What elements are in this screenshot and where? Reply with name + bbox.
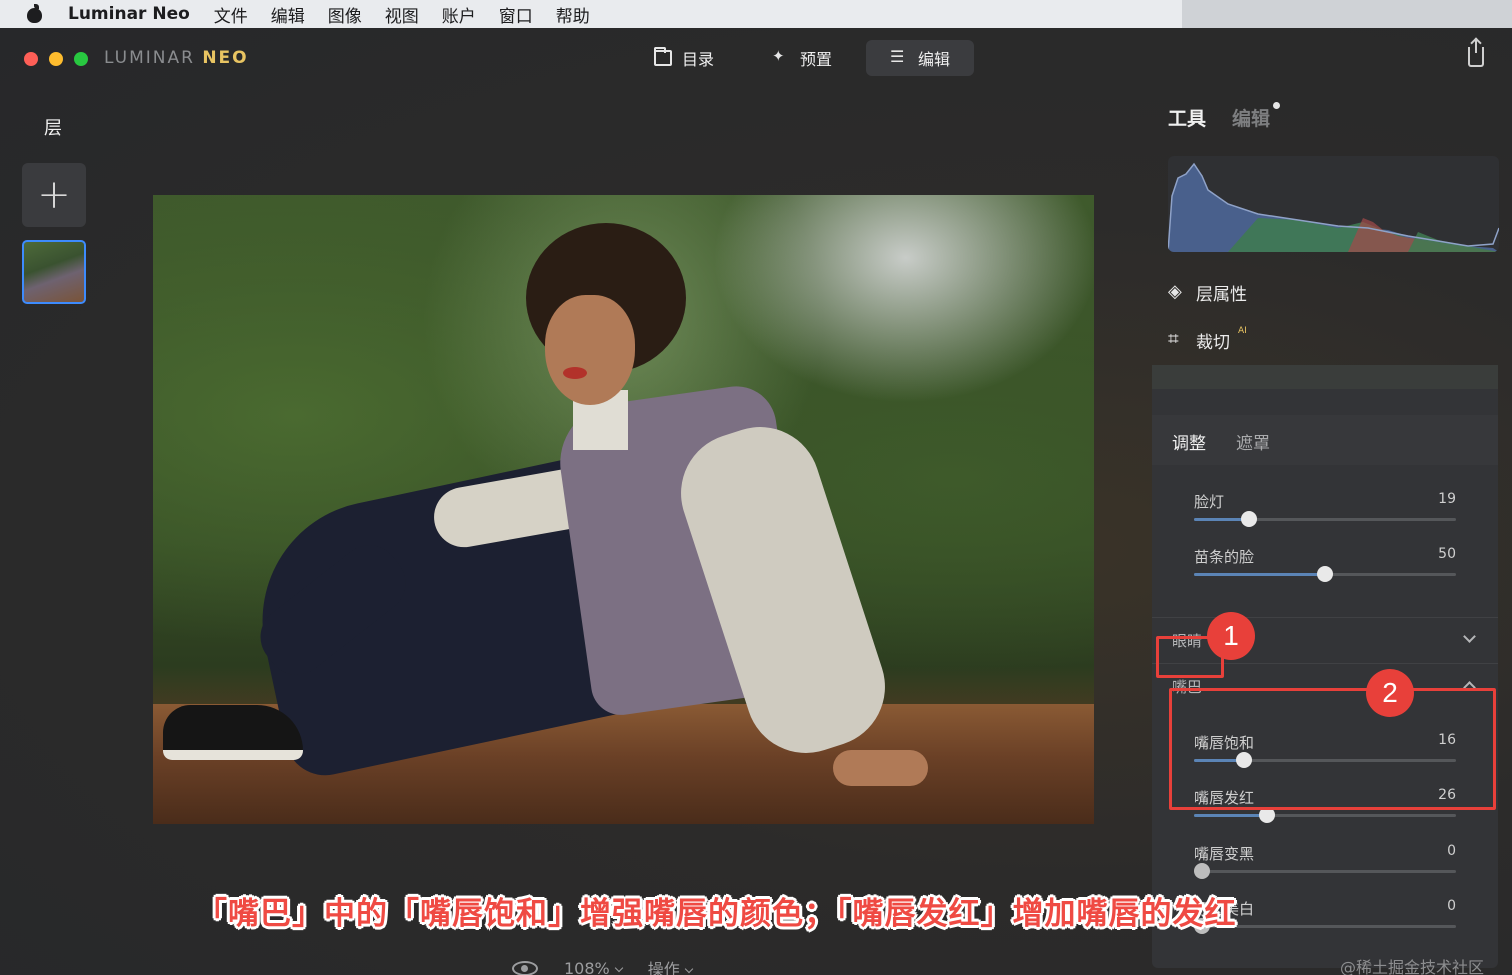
- tab-catalog-label: 目录: [682, 50, 715, 69]
- crop-tool[interactable]: 裁切 AI: [1168, 326, 1247, 353]
- slider-fill: [1194, 573, 1325, 576]
- tab-catalog[interactable]: 目录: [630, 40, 738, 76]
- tab-edits[interactable]: 编辑: [1232, 102, 1281, 131]
- zoom-value: 108%: [564, 958, 610, 975]
- photo-face: [545, 295, 635, 405]
- title-bar: LUMINAR NEO 目录 预置 编辑: [0, 28, 1512, 88]
- menu-app-name[interactable]: Luminar Neo: [68, 4, 190, 24]
- actions-label: 操作: [647, 960, 680, 975]
- layers-icon: [1168, 281, 1188, 303]
- menu-help[interactable]: 帮助: [556, 2, 590, 27]
- chevron-down-icon: [684, 964, 694, 974]
- ai-badge: AI: [1238, 326, 1247, 336]
- bottom-toolbar: 108% 操作: [512, 956, 694, 975]
- zoom-dropdown[interactable]: 108%: [564, 958, 623, 975]
- histogram-graph: [1168, 162, 1499, 252]
- photo-lips: [563, 367, 587, 379]
- actions-dropdown[interactable]: 操作: [647, 956, 694, 975]
- crop-icon: [1168, 328, 1188, 351]
- watermark: @稀土掘金技术社区: [1339, 958, 1484, 975]
- add-layer-button[interactable]: +: [22, 163, 86, 227]
- menu-file[interactable]: 文件: [214, 2, 248, 27]
- plus-icon: +: [37, 172, 71, 218]
- menu-edit[interactable]: 编辑: [271, 2, 305, 27]
- slider-fill: [1194, 814, 1268, 817]
- menu-bar: Luminar Neo 文件 编辑 图像 视图 账户 窗口 帮助: [0, 0, 1512, 28]
- crop-label: 裁切: [1196, 333, 1230, 353]
- menu-account[interactable]: 账户: [442, 2, 476, 27]
- slider-value: 0: [1447, 898, 1456, 914]
- histogram: [1168, 156, 1499, 252]
- slider-track[interactable]: [1194, 870, 1456, 873]
- app-window: LUMINAR NEO 目录 预置 编辑 层 +: [0, 28, 1512, 975]
- chevron-down-icon: [614, 963, 623, 972]
- annotation-caption: 「嘴巴」中的「嘴唇饱和」增强嘴唇的颜色；「嘴唇发红」增加嘴唇的发红: [196, 896, 1237, 932]
- annotation-badge-1: 1: [1207, 612, 1255, 660]
- app-logo: LUMINAR NEO: [104, 48, 249, 68]
- layer-thumbnail[interactable]: [22, 240, 86, 304]
- magic-wand-icon: [772, 47, 790, 66]
- close-window-button[interactable]: [24, 52, 38, 66]
- annotation-badge-2: 2: [1366, 669, 1414, 717]
- sliders-icon: [890, 47, 908, 66]
- panel-tabs: 工具 编辑: [1168, 102, 1281, 131]
- slider-label: 苗条的脸: [1194, 548, 1255, 566]
- photo-canvas[interactable]: [153, 195, 1094, 824]
- layers-title: 层: [44, 118, 62, 139]
- tab-adjust[interactable]: 调整: [1172, 429, 1206, 454]
- apple-icon[interactable]: [24, 4, 48, 24]
- slim-face-slider[interactable]: 苗条的脸 50: [1194, 546, 1456, 590]
- photo-hand: [833, 750, 928, 786]
- menu-image[interactable]: 图像: [328, 2, 362, 27]
- slider-value: 19: [1438, 491, 1456, 507]
- tab-tools[interactable]: 工具: [1168, 104, 1206, 131]
- logo-neo-text: NEO: [202, 48, 249, 68]
- face-light-slider[interactable]: 脸灯 19: [1194, 491, 1456, 535]
- sub-tabs: 调整 遮罩: [1172, 429, 1270, 454]
- slider-knob[interactable]: [1241, 511, 1258, 527]
- chevron-down-icon: [1463, 630, 1476, 643]
- slider-value: 50: [1438, 546, 1456, 562]
- tool-header-strip: [1152, 365, 1498, 389]
- lip-darkening-slider[interactable]: 嘴唇变黑 0: [1193, 843, 1456, 887]
- menu-window[interactable]: 窗口: [499, 2, 533, 27]
- folder-icon: [654, 47, 672, 66]
- zoom-window-button[interactable]: [74, 52, 88, 66]
- tab-edits-label: 编辑: [1232, 108, 1271, 130]
- slider-knob[interactable]: [1317, 566, 1333, 582]
- share-icon[interactable]: [1468, 39, 1484, 67]
- logo-luminar-text: LUMINAR: [104, 48, 195, 68]
- slider-value: 0: [1447, 843, 1456, 859]
- minimize-window-button[interactable]: [49, 52, 63, 66]
- tab-mask[interactable]: 遮罩: [1236, 429, 1270, 454]
- tab-presets[interactable]: 预置: [748, 40, 856, 76]
- slider-label: 脸灯: [1194, 493, 1225, 511]
- tab-edit[interactable]: 编辑: [866, 40, 975, 76]
- photo-sneaker: [163, 705, 303, 760]
- annotation-box-lip-sliders: [1169, 688, 1496, 810]
- eye-icon[interactable]: [512, 960, 538, 975]
- menubar-status-area: [1182, 0, 1512, 28]
- layer-properties-tool[interactable]: 层属性: [1168, 280, 1247, 306]
- tab-edit-label: 编辑: [918, 50, 951, 69]
- slider-label: 嘴唇变黑: [1194, 845, 1255, 863]
- edits-indicator-dot: [1273, 102, 1281, 109]
- menu-view[interactable]: 视图: [385, 2, 419, 27]
- mode-tabs: 目录 预置 编辑: [630, 40, 975, 76]
- layer-properties-label: 层属性: [1196, 285, 1247, 305]
- tab-presets-label: 预置: [800, 50, 833, 69]
- slider-knob[interactable]: [1193, 863, 1210, 879]
